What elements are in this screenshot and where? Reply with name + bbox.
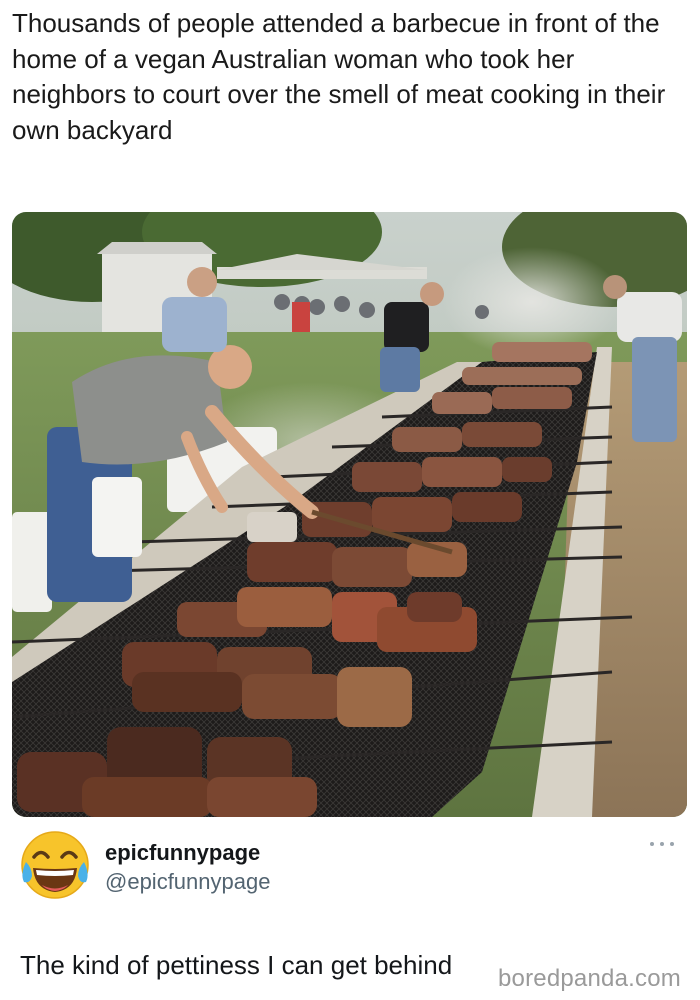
avatar[interactable] [20, 830, 90, 900]
bbq-scene-image [12, 212, 687, 817]
post-text: Thousands of people attended a barbecue … [12, 8, 666, 145]
reply-text: The kind of pettiness I can get behind [20, 950, 453, 980]
watermark: boredpanda.com [498, 965, 681, 992]
more-options-icon[interactable] [648, 836, 676, 852]
more-dot [660, 842, 664, 846]
bbq-photo[interactable] [12, 212, 687, 817]
laughing-crying-emoji-icon [21, 831, 89, 899]
reply-handle[interactable]: @epicfunnypage [105, 869, 270, 895]
more-dot [670, 842, 674, 846]
more-dot [650, 842, 654, 846]
reply-display-name[interactable]: epicfunnypage [105, 840, 260, 866]
